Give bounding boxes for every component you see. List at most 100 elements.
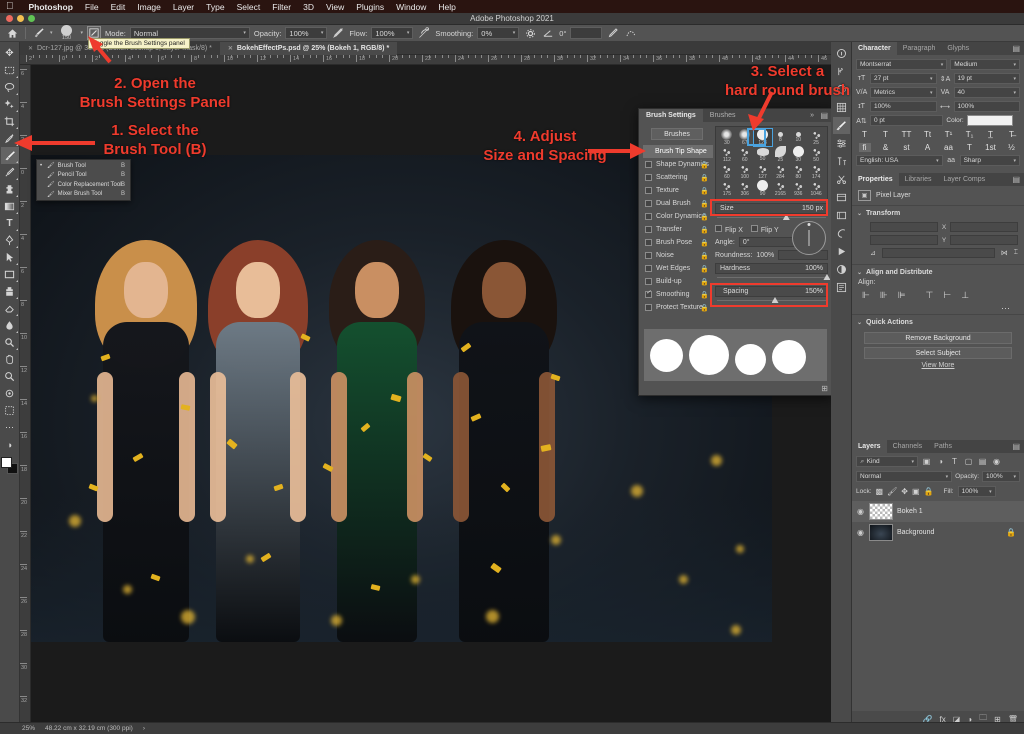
menu-filter[interactable]: Filter	[266, 2, 297, 12]
tab-brushes[interactable]: Brushes	[703, 109, 743, 122]
tool-stamp[interactable]	[1, 283, 19, 300]
brush-option-brush-tip-shape[interactable]: Brush Tip Shape	[643, 145, 713, 158]
tool-eraser[interactable]	[1, 300, 19, 317]
brush-preset[interactable]: 1046	[807, 180, 825, 197]
lock-position-icon[interactable]: ✥	[901, 487, 908, 496]
brush-preset[interactable]: 60	[736, 146, 754, 163]
hardness-slider[interactable]	[715, 274, 831, 283]
layer-row-bokeh-1[interactable]: ◉ Bokeh 1	[852, 501, 1024, 522]
tab-brush-settings[interactable]: Brush Settings	[639, 109, 703, 122]
angle-input[interactable]	[570, 27, 603, 39]
align-section-header[interactable]: ⌄ Align and Distribute	[852, 265, 1024, 279]
lock-icon[interactable]: 🔒	[700, 278, 709, 286]
char-opentype-button-7[interactable]: ½	[1006, 143, 1018, 152]
baseline-shift-input[interactable]: 0 pt	[870, 115, 944, 126]
char-style-button-5[interactable]: T₁	[964, 130, 976, 139]
tab-libraries[interactable]: Libraries	[899, 173, 938, 186]
flip-x-checkbox[interactable]: Flip X	[715, 225, 743, 234]
flow-input[interactable]: 100% ▾	[371, 27, 414, 39]
tab-layer-comps[interactable]: Layer Comps	[937, 173, 991, 186]
align-middle-v-icon[interactable]: ⊢	[943, 290, 951, 301]
language-select[interactable]: English: USA ▾	[856, 155, 943, 166]
smoothing-input[interactable]: 0% ▾	[477, 27, 520, 39]
brush-preset[interactable]: 284	[772, 163, 790, 180]
angle-input[interactable]: 0°	[738, 237, 799, 247]
transform-angle-input[interactable]	[881, 248, 995, 258]
tab-paths[interactable]: Paths	[928, 440, 958, 453]
collapse-icon[interactable]: »	[810, 112, 814, 119]
eye-icon[interactable]: ◉	[856, 507, 865, 516]
tool-clone-stamp[interactable]	[1, 181, 19, 198]
filter-adjustment-icon[interactable]: ◑	[935, 457, 946, 466]
brush-preset[interactable]: 100	[736, 163, 754, 180]
gradients-icon[interactable]	[833, 225, 850, 242]
brush-option-noise[interactable]: Noise 🔒	[643, 249, 713, 262]
swatches-grid-icon[interactable]	[833, 99, 850, 116]
char-opentype-button-0[interactable]: fi	[858, 143, 871, 152]
brush-option-build-up[interactable]: Build-up 🔒	[643, 275, 713, 288]
tool-zoom[interactable]	[1, 368, 19, 385]
brush-preset[interactable]: 30	[789, 146, 807, 163]
brush-preset[interactable]: 127	[754, 163, 772, 180]
character-styles-icon[interactable]	[833, 153, 850, 170]
brush-option-shape-dynamics[interactable]: Shape Dynamics 🔒	[643, 158, 713, 171]
lock-icon[interactable]: 🔒	[700, 239, 709, 247]
char-opentype-button-2[interactable]: st	[901, 143, 913, 152]
tool-crop[interactable]	[1, 113, 19, 130]
brush-preset[interactable]: 175	[718, 180, 736, 197]
font-style-select[interactable]: Medium ▾	[950, 59, 1020, 70]
tool-dodge[interactable]	[1, 334, 19, 351]
hardness-slider-group[interactable]: Hardness 100%	[715, 263, 831, 283]
brushes-button[interactable]: Brushes	[651, 128, 703, 140]
tool-path-selection[interactable]	[1, 249, 19, 266]
lock-icon[interactable]: 🔒	[700, 291, 709, 299]
brush-preset[interactable]: 30	[718, 129, 736, 146]
lock-icon[interactable]: 🔒	[700, 174, 709, 182]
menu-file[interactable]: File	[79, 2, 105, 12]
brush-preset[interactable]: 936	[789, 180, 807, 197]
menu-view[interactable]: View	[320, 2, 350, 12]
tool-edit-toolbar[interactable]	[1, 402, 19, 419]
timeline-icon[interactable]	[833, 243, 850, 260]
tracking-input[interactable]: 40 ▾	[953, 87, 1020, 98]
roundness-value[interactable]: 100%	[756, 252, 774, 259]
menu-type[interactable]: Type	[200, 2, 230, 12]
brush-tool-caret[interactable]: ▾	[50, 30, 53, 36]
checkbox[interactable]	[645, 174, 652, 181]
antialias-select[interactable]: Sharp ▾	[959, 155, 1020, 166]
document-tab-2[interactable]: ✕ BokehEffectPs.psd @ 25% (Bokeh 1, RGB/…	[219, 41, 398, 55]
gear-icon[interactable]	[523, 26, 537, 40]
brush-preset[interactable]: 174	[807, 163, 825, 180]
char-style-button-4[interactable]: T¹	[943, 130, 955, 139]
brush-preset[interactable]: 10	[789, 129, 807, 146]
align-more-icon[interactable]: ⋯	[852, 303, 1024, 314]
lock-icon[interactable]: 🔒	[700, 265, 709, 273]
tool-type[interactable]: T	[1, 215, 19, 232]
lock-icon[interactable]: 🔒	[1006, 528, 1016, 537]
brush-preset[interactable]: 80	[789, 163, 807, 180]
filter-type-icon[interactable]: T	[949, 457, 960, 466]
horizontal-scale-input[interactable]: 100%	[953, 101, 1020, 112]
panel-menu-icon[interactable]: ▤	[820, 111, 828, 120]
menu-help[interactable]: Help	[432, 2, 461, 12]
pressure-opacity-icon[interactable]	[331, 26, 345, 40]
tool-blur[interactable]	[1, 317, 19, 334]
checkbox[interactable]	[645, 161, 652, 168]
hardness-field[interactable]: Hardness 100%	[715, 263, 828, 274]
brush-preset[interactable]: 2165	[772, 180, 790, 197]
char-opentype-button-4[interactable]: aa	[943, 143, 955, 152]
brush-option-color-dynamics[interactable]: Color Dynamics 🔒	[643, 210, 713, 223]
filter-toggle-icon[interactable]: ◉	[991, 457, 1002, 466]
transform-section-header[interactable]: ⌄ Transform	[852, 206, 1024, 220]
lock-all-icon[interactable]: 🔒	[924, 487, 934, 496]
brush-preset[interactable]: 8	[772, 129, 790, 146]
tab-glyphs[interactable]: Glyphs	[941, 42, 975, 55]
notes-icon[interactable]	[833, 279, 850, 296]
align-center-h-icon[interactable]: ⊪	[880, 290, 888, 301]
lock-transparency-icon[interactable]: ▩	[876, 487, 884, 496]
airbrush-icon[interactable]	[417, 26, 431, 40]
leading-input[interactable]: 19 pt ▾	[953, 73, 1020, 84]
checkbox[interactable]	[645, 187, 652, 194]
tablet-pressure-icon[interactable]	[624, 26, 638, 40]
flyout-item-brush-tool[interactable]: • 🖌 Brush Tool B	[37, 161, 130, 171]
